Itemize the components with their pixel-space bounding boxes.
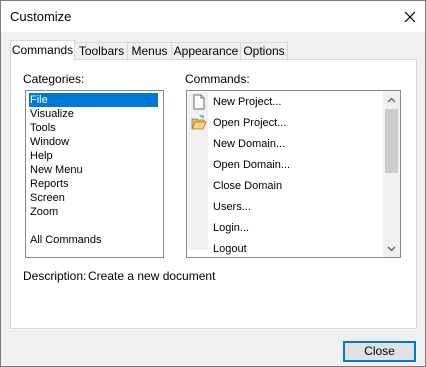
command-item-new-domain[interactable]: New Domain...: [189, 134, 379, 155]
command-item-close-domain[interactable]: Close Domain: [189, 176, 379, 197]
new-document-icon: [193, 94, 205, 110]
tab-appearance[interactable]: Appearance: [171, 42, 241, 60]
scroll-up-button[interactable]: [383, 91, 400, 108]
categories-label: Categories:: [23, 72, 85, 86]
customize-dialog: Customize Commands Toolbars Menus Appear…: [0, 0, 426, 367]
category-item-new-menu[interactable]: New Menu: [29, 163, 158, 177]
category-item-all-commands[interactable]: All Commands: [29, 233, 158, 247]
category-item-visualize[interactable]: Visualize: [29, 107, 158, 121]
categories-listbox[interactable]: File Visualize Tools Window Help New Men…: [25, 90, 164, 258]
command-item-open-domain[interactable]: Open Domain...: [189, 155, 379, 176]
commands-scrollbar[interactable]: [383, 91, 400, 257]
tab-menus[interactable]: Menus: [127, 42, 172, 60]
category-item-zoom[interactable]: Zoom: [29, 205, 158, 219]
category-item-file[interactable]: File: [29, 93, 158, 107]
scroll-down-button[interactable]: [383, 240, 400, 257]
category-item-reports[interactable]: Reports: [29, 177, 158, 191]
scroll-thumb[interactable]: [385, 109, 398, 173]
commands-label: Commands:: [185, 72, 250, 86]
category-item-help[interactable]: Help: [29, 149, 158, 163]
command-item-open-project[interactable]: Open Project...: [189, 113, 379, 134]
command-item-users[interactable]: Users...: [189, 197, 379, 218]
open-folder-icon: [191, 115, 207, 130]
chevron-up-icon: [387, 97, 396, 102]
category-item-window[interactable]: Window: [29, 135, 158, 149]
window-title: Customize: [10, 9, 72, 24]
title-bar: Customize: [1, 1, 425, 32]
description-text: Create a new document: [88, 269, 216, 283]
tab-toolbars[interactable]: Toolbars: [74, 42, 129, 60]
category-item-tools[interactable]: Tools: [29, 121, 158, 135]
close-window-button[interactable]: [395, 1, 425, 32]
command-item-login[interactable]: Login...: [189, 218, 379, 239]
tab-options[interactable]: Options: [240, 42, 288, 60]
close-icon: [404, 11, 416, 22]
tab-commands[interactable]: Commands: [10, 40, 75, 61]
command-item-logout[interactable]: Logout: [189, 239, 379, 257]
description-label: Description:: [23, 269, 87, 283]
commands-tab-panel: Categories: File Visualize Tools Window …: [10, 59, 417, 329]
category-item-screen[interactable]: Screen: [29, 191, 158, 205]
commands-listbox[interactable]: New Project... Open Project... New Domai…: [186, 90, 401, 258]
command-item-new-project[interactable]: New Project...: [189, 92, 379, 113]
close-button[interactable]: Close: [343, 341, 416, 362]
chevron-down-icon: [387, 246, 396, 251]
